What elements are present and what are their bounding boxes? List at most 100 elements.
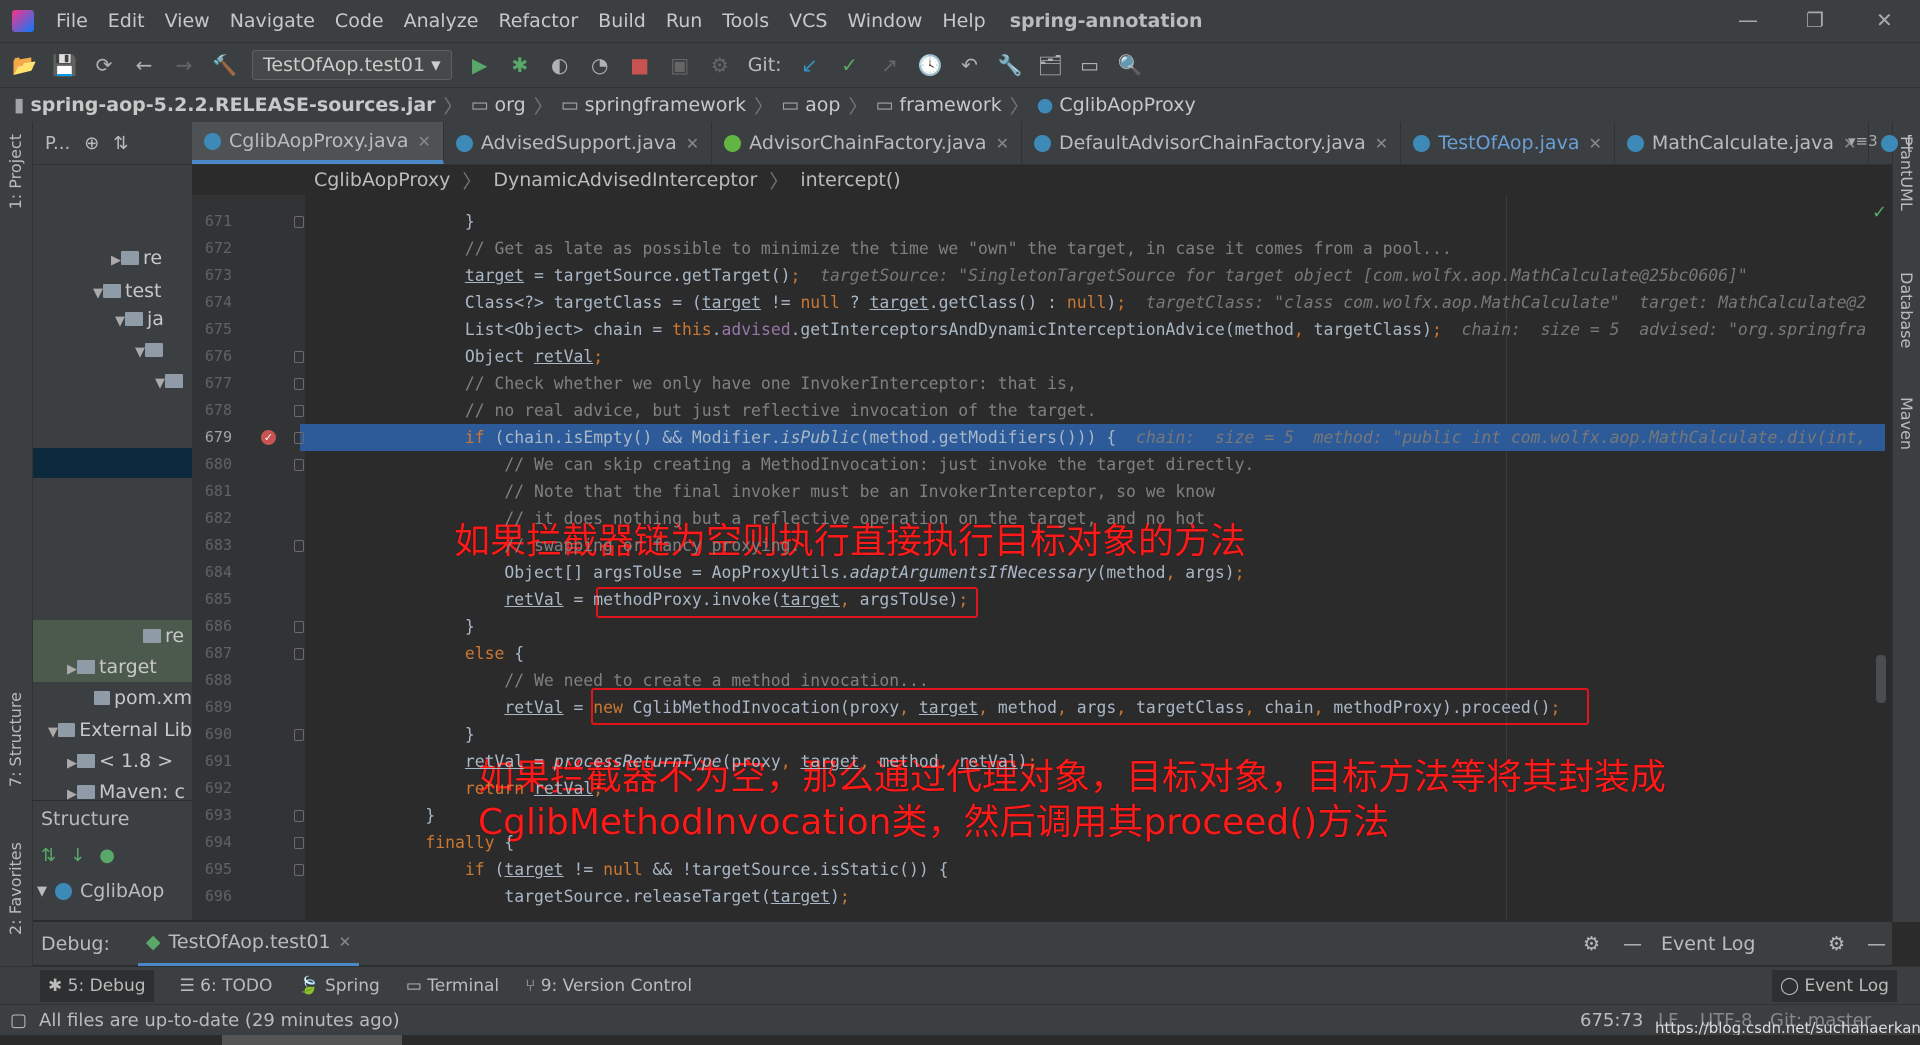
close-tab-icon[interactable]: ✕	[417, 132, 430, 151]
line-number[interactable]: 675	[192, 316, 232, 343]
coverage-icon[interactable]: ◐	[548, 53, 572, 77]
sort-icon[interactable]: ⇅	[41, 845, 56, 866]
menu-file[interactable]: File	[46, 10, 98, 32]
database-tool-button[interactable]: Database	[1897, 272, 1916, 348]
project-view-dropdown[interactable]: P...	[45, 133, 70, 154]
debug-icon[interactable]: ✱	[508, 53, 532, 77]
layout-icon[interactable]: ▣	[668, 53, 692, 77]
nav-springframework[interactable]: springframework	[585, 94, 746, 116]
tab-5[interactable]: MathCalculate.java ✕	[1615, 122, 1870, 164]
line-number[interactable]: 676	[192, 343, 232, 370]
tab-4[interactable]: TestOfAop.java ✕	[1401, 122, 1615, 164]
selected-tree-row[interactable]	[33, 448, 192, 478]
minimize-icon[interactable]: —	[1738, 8, 1758, 32]
tabs-overflow[interactable]: ▾≡3	[1848, 132, 1878, 150]
run-icon[interactable]: ▶	[468, 53, 492, 77]
git-update-icon[interactable]: ↙	[798, 53, 822, 77]
line-number[interactable]: 692	[192, 775, 232, 802]
nav-framework[interactable]: framework	[899, 94, 1001, 116]
line-number[interactable]: 682	[192, 505, 232, 532]
structure-tool-button[interactable]: 7: Structure	[6, 692, 25, 787]
line-number[interactable]: 673	[192, 262, 232, 289]
stop-icon[interactable]: ■	[628, 53, 652, 77]
tree-item[interactable]: ▼	[33, 365, 192, 396]
line-number[interactable]: 687	[192, 640, 232, 667]
crumb-class[interactable]: CglibAopProxy	[314, 169, 450, 191]
expand-arrow-icon[interactable]: ▶	[111, 253, 121, 268]
line-number[interactable]: 683	[192, 532, 232, 559]
scroll-thumb[interactable]	[222, 1035, 402, 1045]
tree-item[interactable]: ▶ re	[33, 242, 192, 273]
menu-navigate[interactable]: Navigate	[220, 10, 325, 32]
fold-marker-icon[interactable]	[294, 459, 304, 471]
tree-item[interactable]: ▼	[33, 334, 192, 365]
menu-vcs[interactable]: VCS	[779, 10, 837, 32]
nav-org[interactable]: org	[495, 94, 526, 116]
tree-item[interactable]: re	[33, 620, 192, 651]
tab-spring[interactable]: 🍃 Spring	[298, 976, 379, 996]
fold-marker-icon[interactable]	[294, 351, 304, 363]
tree-item[interactable]: pom.xm	[33, 682, 192, 713]
tree-item[interactable]: ▶ target	[33, 651, 192, 682]
close-icon[interactable]: ✕	[1876, 8, 1893, 32]
git-commit-icon[interactable]: ✓	[838, 53, 862, 77]
expand-arrow-icon[interactable]: ▼	[48, 725, 58, 740]
locate-icon[interactable]: ⊕	[84, 133, 99, 154]
fold-marker-icon[interactable]	[294, 432, 304, 444]
line-number[interactable]: 695	[192, 856, 232, 883]
tab-2[interactable]: AdvisorChainFactory.java ✕	[712, 122, 1022, 164]
maven-tool-button[interactable]: Maven	[1897, 397, 1916, 450]
fold-marker-icon[interactable]	[294, 837, 304, 849]
line-number[interactable]: 693	[192, 802, 232, 829]
crumb-inner-class[interactable]: DynamicAdvisedInterceptor	[493, 169, 757, 191]
fold-marker-icon[interactable]	[294, 540, 304, 552]
collapse-icon[interactable]: ⇅	[113, 133, 128, 154]
menu-view[interactable]: View	[155, 10, 220, 32]
favorites-tool-button[interactable]: 2: Favorites	[6, 842, 25, 935]
line-number[interactable]: 688	[192, 667, 232, 694]
expand-arrow-icon[interactable]: ▶	[67, 756, 77, 771]
menu-build[interactable]: Build	[588, 10, 656, 32]
menu-help[interactable]: Help	[932, 10, 995, 32]
line-number[interactable]: 677	[192, 370, 232, 397]
menu-tools[interactable]: Tools	[712, 10, 779, 32]
menu-code[interactable]: Code	[325, 10, 394, 32]
back-icon[interactable]: ←	[132, 53, 156, 77]
line-number[interactable]: 672	[192, 235, 232, 262]
tab-terminal[interactable]: ▭ Terminal	[406, 976, 499, 996]
fold-marker-icon[interactable]	[294, 810, 304, 822]
menu-edit[interactable]: Edit	[98, 10, 155, 32]
search-icon[interactable]: 🔍	[1118, 53, 1143, 77]
close-tab-icon[interactable]: ✕	[996, 134, 1009, 153]
tree-item[interactable]: ▶ < 1.8 >	[33, 745, 192, 776]
debug-hide-icon[interactable]: —	[1623, 933, 1642, 955]
history-icon[interactable]: 🕓	[918, 53, 943, 77]
tab-debug[interactable]: ✱ 5: Debug	[40, 969, 154, 1002]
fold-marker-icon[interactable]	[294, 378, 304, 390]
sync-icon[interactable]: ⟳	[92, 53, 116, 77]
revert-icon[interactable]: ↶	[958, 53, 982, 77]
structure-item[interactable]: ▼ CglibAop	[33, 873, 192, 909]
build-icon[interactable]: 🔨	[212, 53, 237, 77]
git-push-icon[interactable]: ↗	[878, 53, 902, 77]
tab-version-control[interactable]: ⑂ 9: Version Control	[525, 976, 692, 996]
open-icon[interactable]: 📂	[12, 53, 37, 77]
close-session-icon[interactable]: ✕	[339, 933, 352, 951]
toggle-tool-windows-icon[interactable]: ▢	[10, 1010, 27, 1031]
tab-todo[interactable]: ☰ 6: TODO	[180, 976, 273, 996]
show-inherited-icon[interactable]: ●	[99, 845, 115, 866]
close-tab-icon[interactable]: ✕	[1588, 134, 1601, 153]
debug-settings-icon[interactable]: ⚙	[1583, 933, 1600, 955]
line-number[interactable]: 680	[192, 451, 232, 478]
line-number[interactable]: 689	[192, 694, 232, 721]
nav-class[interactable]: CglibAopProxy	[1059, 94, 1195, 116]
menu-run[interactable]: Run	[656, 10, 712, 32]
nav-aop[interactable]: aop	[805, 94, 840, 116]
tree-item[interactable]: ▼ ja	[33, 303, 192, 334]
tab-0[interactable]: CglibAopProxy.java ✕	[192, 122, 444, 164]
expand-arrow-icon[interactable]: ▼	[155, 376, 165, 391]
line-number[interactable]: 686	[192, 613, 232, 640]
tree-item[interactable]: ▼ External Lib	[33, 714, 192, 745]
breakpoint-icon[interactable]: ✓	[261, 430, 276, 445]
project-structure-icon[interactable]: 🗂	[1038, 53, 1063, 77]
